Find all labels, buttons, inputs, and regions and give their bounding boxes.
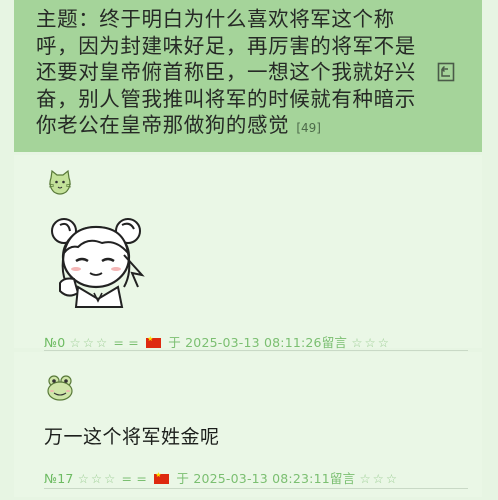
post-item: 万一这个将军姓金呢 №17 ☆☆☆ = = 于 2025-03-13 08:23… [14,352,482,497]
post-datetime: 2025-03-13 08:11:26 [185,335,322,350]
equals-sign: = = [113,335,139,350]
rating-stars-right[interactable]: ☆☆☆ [359,471,399,486]
frog-avatar-icon[interactable] [46,374,74,402]
topic-title: 主题：终于明白为什么喜欢将军这个称呼，因为封建味好足，再厉害的将军不是还要对皇帝… [36,6,432,142]
rating-stars-left[interactable]: ☆☆☆ [78,471,118,486]
comment-link[interactable]: 留言 [330,471,355,486]
reply-icon[interactable] [437,62,455,82]
thread-page: 主题：终于明白为什么喜欢将军这个称呼，因为封建味好足，再厉害的将军不是还要对皇帝… [0,0,498,500]
comment-link[interactable]: 留言 [322,335,347,350]
post-meta: №0 ☆☆☆ = = 于 2025-03-13 08:11:26留言 ☆☆☆ [44,332,391,351]
meta-underline [44,488,468,489]
topic-header: 主题：终于明白为什么喜欢将军这个称呼，因为封建味好足，再厉害的将军不是还要对皇帝… [14,0,482,152]
meta-underline [44,350,468,351]
topic-text: 主题：终于明白为什么喜欢将军这个称呼，因为封建味好足，再厉害的将军不是还要对皇帝… [36,7,416,137]
reply-count: [49] [296,121,321,135]
post-item: №0 ☆☆☆ = = 于 2025-03-13 08:11:26留言 ☆☆☆ [14,155,482,351]
post-number[interactable]: №0 [44,335,65,350]
post-number[interactable]: №17 [44,471,74,486]
post-datetime: 2025-03-13 08:23:11 [193,471,330,486]
equals-sign: = = [121,471,148,486]
china-flag-icon [154,471,170,484]
china-flag-icon [146,335,162,348]
post-yu: 于 [168,335,181,350]
rating-stars-right[interactable]: ☆☆☆ [351,335,391,350]
post-content: 万一这个将军姓金呢 [44,426,220,448]
anime-girl-sticker [51,218,145,308]
post-meta: №17 ☆☆☆ = = 于 2025-03-13 08:23:11留言 ☆☆☆ [44,468,399,487]
rating-stars-left[interactable]: ☆☆☆ [70,335,110,350]
post-yu: 于 [176,471,190,486]
cat-avatar-icon[interactable] [46,169,74,197]
